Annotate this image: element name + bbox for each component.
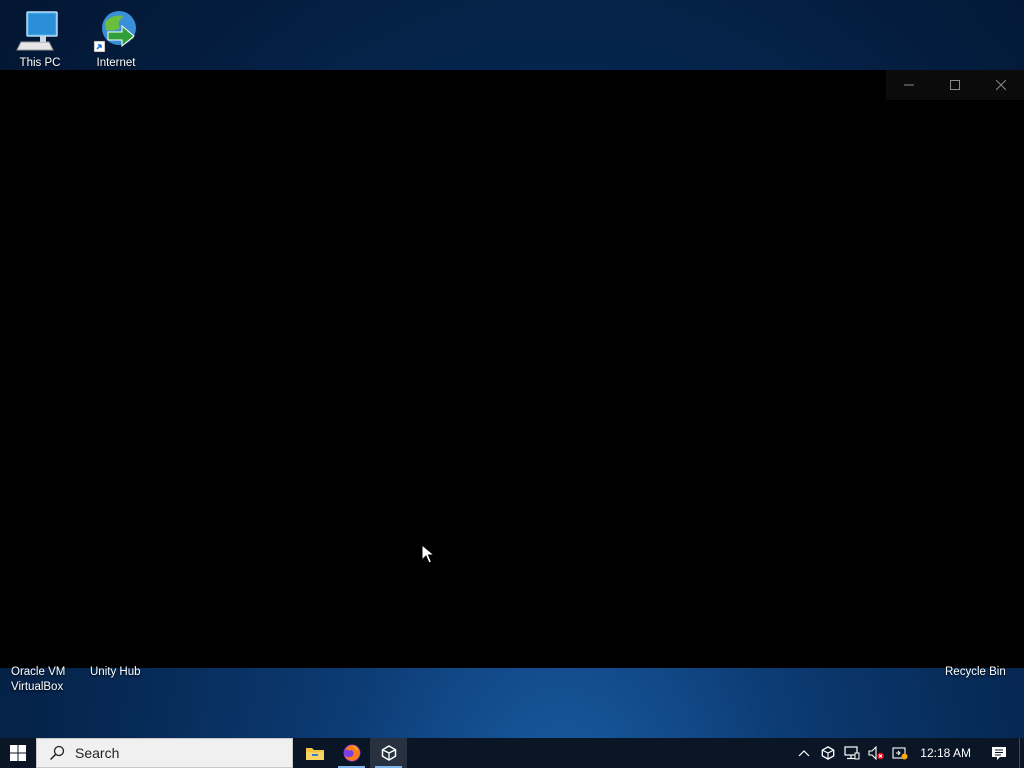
system-tray: 12:18 AM [792, 738, 1024, 768]
tray-volume[interactable] [864, 738, 888, 768]
maximize-button[interactable] [932, 70, 978, 100]
taskbar: Search 12:18 AM [0, 738, 1024, 768]
desktop-icon-label-unity-hub[interactable]: Unity Hub [90, 665, 141, 680]
show-desktop-button[interactable] [1019, 738, 1024, 768]
tray-unity[interactable] [816, 738, 840, 768]
show-hidden-icons-button[interactable] [792, 738, 816, 768]
notification-center-button[interactable] [979, 738, 1019, 768]
minimize-button[interactable] [886, 70, 932, 100]
unity-tray-icon [821, 746, 835, 760]
tray-action-badge[interactable] [888, 738, 912, 768]
folder-icon [305, 748, 324, 760]
minimize-icon [904, 84, 914, 86]
firefox-icon [343, 744, 360, 762]
taskbar-app-firefox[interactable] [333, 738, 370, 768]
search-placeholder: Search [75, 745, 120, 761]
desktop-icon-label-recycle-bin[interactable]: Recycle Bin [945, 665, 1006, 680]
taskbar-app-file-explorer[interactable] [296, 738, 333, 768]
tray-clock[interactable]: 12:18 AM [912, 738, 979, 768]
chevron-up-icon [798, 750, 810, 757]
desktop-icon-internet-download-manager[interactable]: Internet [78, 8, 154, 71]
windows-logo-icon [10, 745, 26, 761]
mouse-cursor-icon [421, 544, 435, 564]
tray-network[interactable] [840, 738, 864, 768]
action-badge-icon [892, 747, 908, 760]
volume-muted-icon [868, 746, 885, 760]
desktop-icon-label: This PC [19, 57, 61, 69]
this-pc-icon [16, 11, 58, 51]
start-button[interactable] [0, 738, 36, 768]
network-icon [844, 746, 860, 760]
desktop-icon-label-virtualbox[interactable]: Oracle VM VirtualBox [11, 665, 65, 695]
taskbar-search-box[interactable]: Search [36, 738, 293, 768]
app-window[interactable] [0, 70, 1024, 668]
search-icon [49, 745, 65, 761]
maximize-icon [950, 80, 960, 90]
taskbar-app-unity[interactable] [370, 738, 407, 768]
desktop-icon-label: Internet [96, 57, 136, 69]
unity-icon [381, 745, 396, 761]
notification-center-icon [992, 746, 1006, 760]
close-button[interactable] [978, 70, 1024, 100]
close-icon [996, 80, 1006, 90]
window-controls [886, 70, 1024, 100]
internet-download-manager-icon [93, 11, 136, 53]
desktop-icon-this-pc[interactable]: This PC [2, 8, 78, 71]
